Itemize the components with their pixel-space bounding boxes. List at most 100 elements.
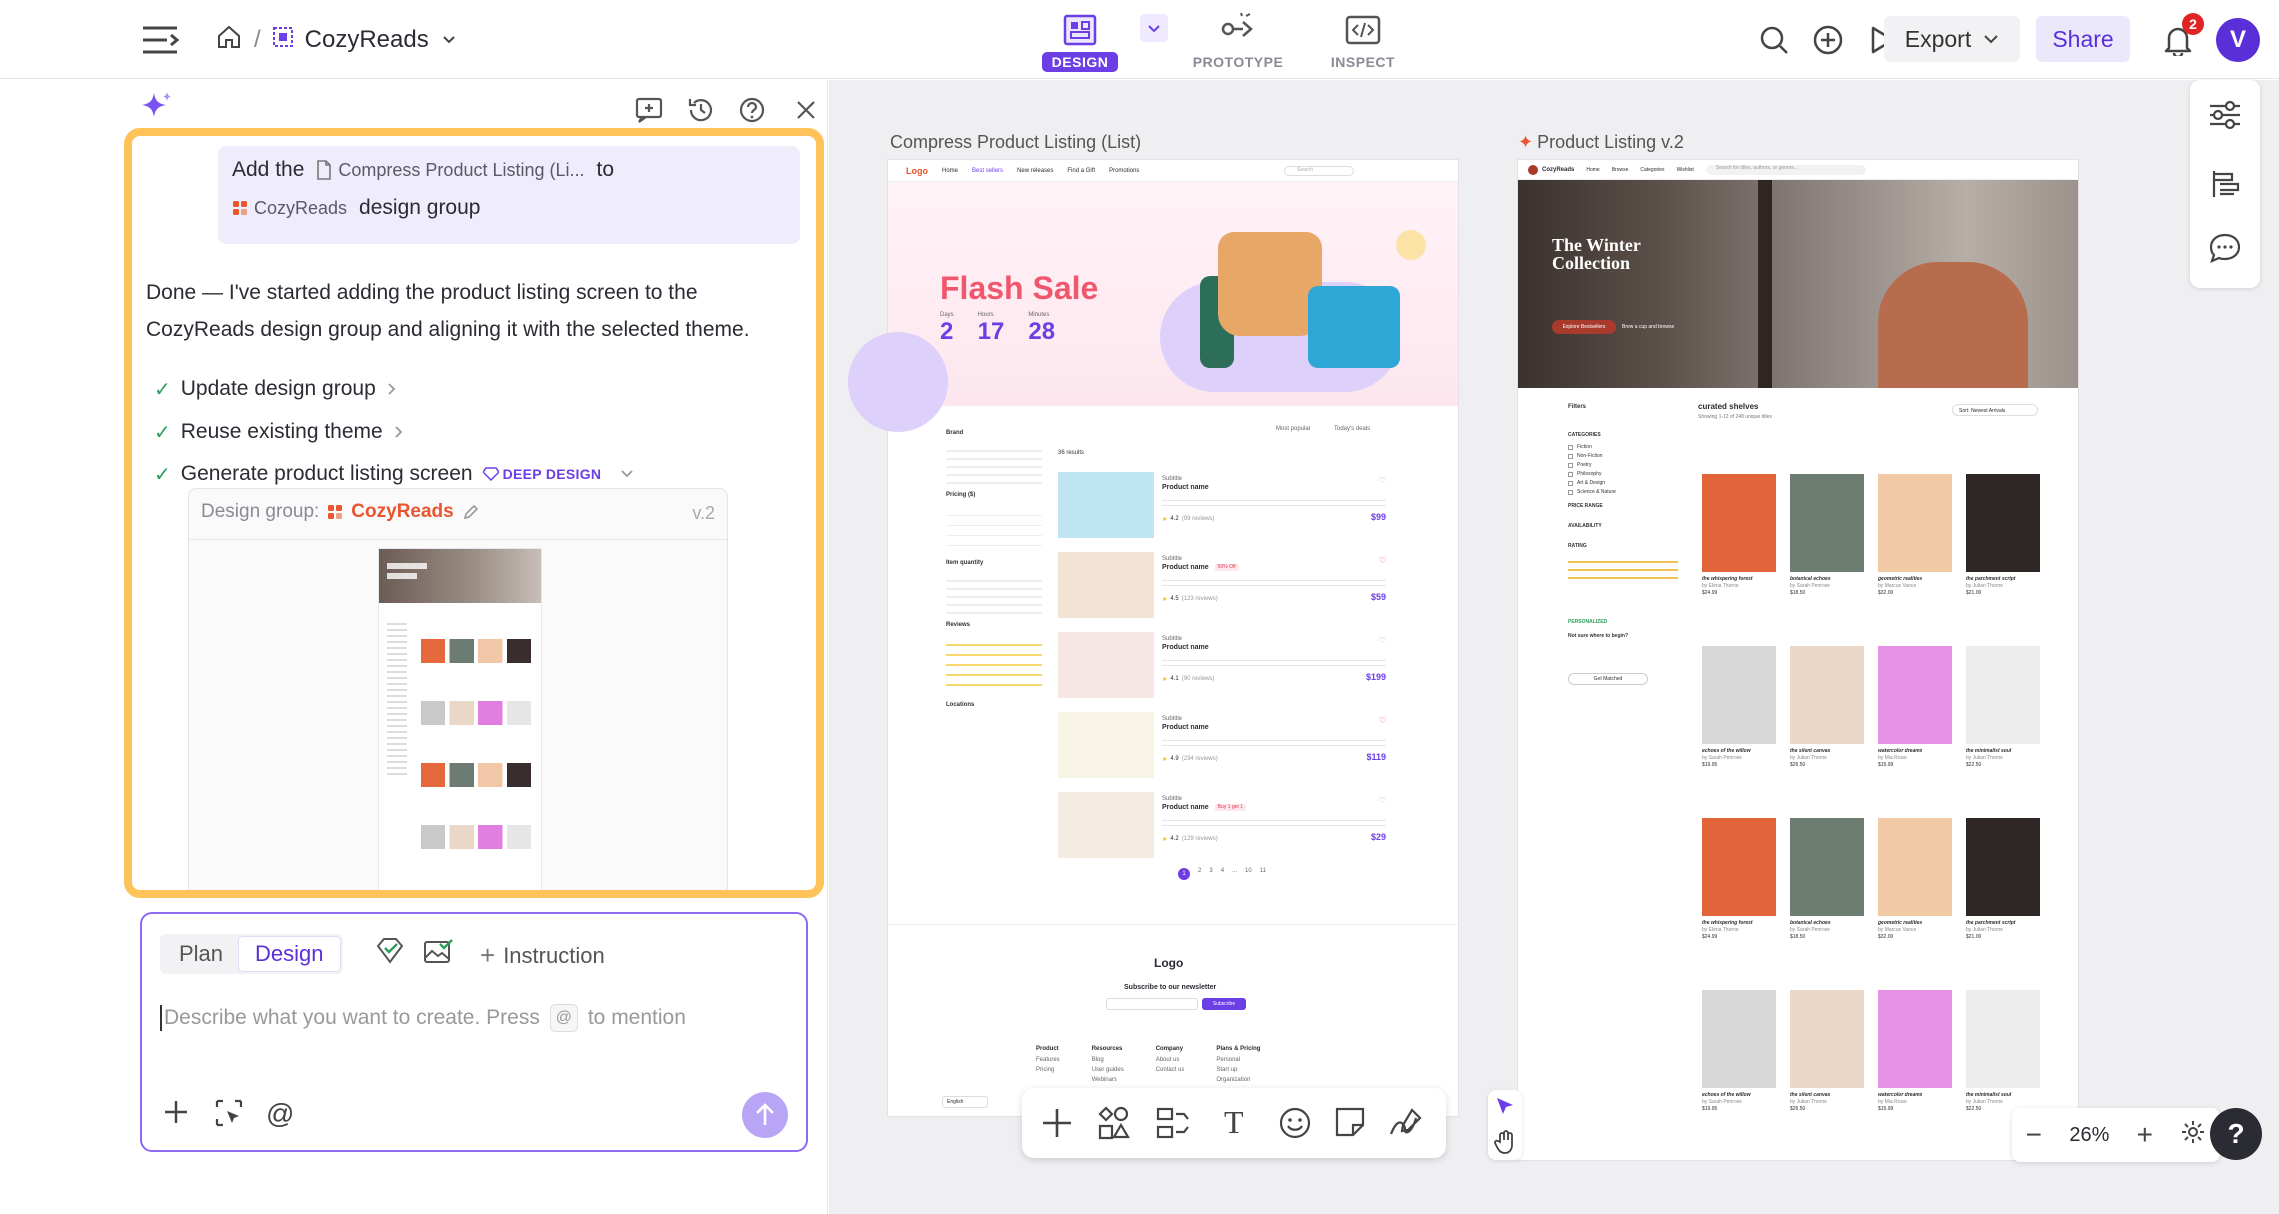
group-chip[interactable]: CozyReads: [232, 198, 347, 219]
category-checkbox[interactable]: Non-Fiction: [1568, 453, 1678, 459]
frame-flow-icon[interactable]: [1156, 1106, 1194, 1145]
mention-icon[interactable]: @: [266, 1098, 294, 1130]
zoom-level[interactable]: 26%: [2069, 1124, 2109, 1147]
image-check-icon[interactable]: [422, 936, 454, 971]
home-icon[interactable]: [216, 24, 242, 57]
emoji-icon[interactable]: [1278, 1106, 1312, 1145]
product-row[interactable]: Subtitle Product name ★ 4.2 (99 reviews) $99 ♡: [1058, 472, 1398, 542]
tab-prototype[interactable]: PROTOTYPE: [1168, 6, 1308, 72]
prompt-input[interactable]: Describe what you want to create. Press …: [160, 998, 790, 1038]
draw-tool-icon[interactable]: [1388, 1106, 1424, 1145]
footer-link[interactable]: About us: [1156, 1057, 1185, 1063]
book-cover[interactable]: [1702, 990, 1776, 1088]
book-cover[interactable]: [1702, 818, 1776, 916]
page-11[interactable]: 11: [1260, 868, 1266, 880]
book-cover[interactable]: [1702, 474, 1776, 572]
new-chat-icon[interactable]: [634, 96, 664, 129]
add-circle-icon[interactable]: [1808, 20, 1848, 60]
help-button[interactable]: ?: [2210, 1108, 2262, 1160]
layers-icon[interactable]: [2210, 168, 2242, 205]
gear-icon[interactable]: [2180, 1119, 2206, 1151]
footer-link[interactable]: Organization: [1216, 1077, 1260, 1083]
book-cover[interactable]: [1790, 474, 1864, 572]
heart-icon[interactable]: ♡: [1379, 716, 1386, 725]
avatar[interactable]: V: [2216, 18, 2260, 62]
edit-pencil-icon[interactable]: [462, 503, 480, 521]
cursor-pointer-icon[interactable]: [1494, 1096, 1516, 1123]
heart-icon[interactable]: ♡: [1379, 556, 1386, 565]
footer-link[interactable]: User guides: [1092, 1067, 1124, 1073]
book-cover[interactable]: [1966, 646, 2040, 744]
book-cover[interactable]: [1878, 990, 1952, 1088]
close-icon[interactable]: [794, 98, 818, 127]
share-button[interactable]: Share: [2036, 16, 2130, 62]
add-instruction-button[interactable]: + Instruction: [480, 940, 605, 971]
diamond-check-icon[interactable]: [374, 936, 406, 971]
language-select[interactable]: English: [942, 1096, 988, 1108]
book-cover[interactable]: [1790, 990, 1864, 1088]
category-checkbox[interactable]: Science & Nature: [1568, 489, 1678, 495]
comment-icon[interactable]: [2208, 232, 2242, 269]
footer-link[interactable]: Blog: [1092, 1057, 1124, 1063]
book-cover[interactable]: [1966, 818, 2040, 916]
step-generate-screen[interactable]: ✓ Generate product listing screen DEEP D…: [154, 457, 635, 491]
heart-icon[interactable]: ♡: [1379, 636, 1386, 645]
step-update-design-group[interactable]: ✓ Update design group: [154, 372, 398, 406]
send-button[interactable]: [742, 1092, 788, 1138]
product-row[interactable]: Subtitle Product name 50% Off ★ 4.5 (123 revi…: [1058, 552, 1398, 622]
subscribe-button[interactable]: Subscribe: [1202, 998, 1246, 1010]
frame-label-v2[interactable]: ✦ Product Listing v.2: [1518, 132, 1684, 153]
search-icon[interactable]: [1754, 20, 1794, 60]
get-matched-button[interactable]: Get Matched: [1568, 673, 1648, 685]
page-3[interactable]: 3: [1209, 868, 1212, 880]
chevron-down-icon[interactable]: [441, 26, 457, 54]
page-4[interactable]: 4: [1221, 868, 1224, 880]
components-icon[interactable]: [1096, 1106, 1130, 1145]
sliders-icon[interactable]: [2208, 100, 2242, 135]
frame-compress-product-listing[interactable]: Logo Home Best sellers New releases Find…: [848, 160, 1458, 1116]
footer-link[interactable]: Pricing: [1036, 1067, 1060, 1073]
footer-link[interactable]: Start up: [1216, 1067, 1260, 1073]
sort-select[interactable]: Sort: Newest Arrivals: [1952, 404, 2038, 416]
product-row[interactable]: Subtitle Product name ★ 4.9 (234 reviews) $11…: [1058, 712, 1398, 782]
page-2[interactable]: 2: [1198, 868, 1201, 880]
book-cover[interactable]: [1790, 646, 1864, 744]
design-group-preview[interactable]: Design group: CozyReads v.2: [188, 488, 728, 890]
select-element-icon[interactable]: [214, 1098, 244, 1133]
category-checkbox[interactable]: Fiction: [1568, 444, 1678, 450]
page-1[interactable]: 1: [1178, 868, 1190, 880]
file-chip[interactable]: Compress Product Listing (Li...: [316, 160, 585, 181]
footer-link[interactable]: Webinars: [1092, 1077, 1124, 1083]
heart-icon[interactable]: ♡: [1379, 796, 1386, 805]
category-checkbox[interactable]: Poetry: [1568, 462, 1678, 468]
hero-link[interactable]: Brew a cup and browse: [1622, 324, 1674, 330]
book-cover[interactable]: [1878, 818, 1952, 916]
zoom-out-button[interactable]: −: [2026, 1119, 2042, 1151]
book-cover[interactable]: [1966, 474, 2040, 572]
book-cover[interactable]: [1878, 646, 1952, 744]
step-reuse-theme[interactable]: ✓ Reuse existing theme: [154, 415, 405, 449]
design-options-chevron[interactable]: [1140, 14, 1168, 42]
footer-link[interactable]: Personal: [1216, 1057, 1260, 1063]
frame-product-listing-v2[interactable]: CozyReads Home Browse Categories Wishlis…: [1518, 160, 2078, 1160]
export-button[interactable]: Export: [1884, 16, 2020, 62]
book-cover[interactable]: [1878, 474, 1952, 572]
zoom-in-button[interactable]: +: [2137, 1119, 2153, 1151]
project-name[interactable]: CozyReads: [305, 26, 429, 54]
history-icon[interactable]: [686, 96, 716, 129]
menu-icon[interactable]: [138, 18, 182, 62]
page-10[interactable]: 10: [1245, 868, 1252, 880]
help-circle-icon[interactable]: [738, 96, 766, 129]
tab-inspect[interactable]: INSPECT: [1308, 6, 1418, 72]
frame-label-compress[interactable]: Compress Product Listing (List): [890, 132, 1141, 153]
text-tool-icon[interactable]: T: [1224, 1104, 1244, 1141]
footer-link[interactable]: Features: [1036, 1057, 1060, 1063]
category-checkbox[interactable]: Art & Design: [1568, 480, 1678, 486]
plus-icon[interactable]: [162, 1098, 190, 1131]
footer-link[interactable]: Contact us: [1156, 1067, 1185, 1073]
sticky-note-icon[interactable]: [1334, 1106, 1366, 1143]
heart-icon[interactable]: ♡: [1379, 476, 1386, 485]
tab-design-composer[interactable]: Design: [239, 937, 340, 971]
book-cover[interactable]: [1702, 646, 1776, 744]
add-element-icon[interactable]: [1040, 1106, 1074, 1145]
